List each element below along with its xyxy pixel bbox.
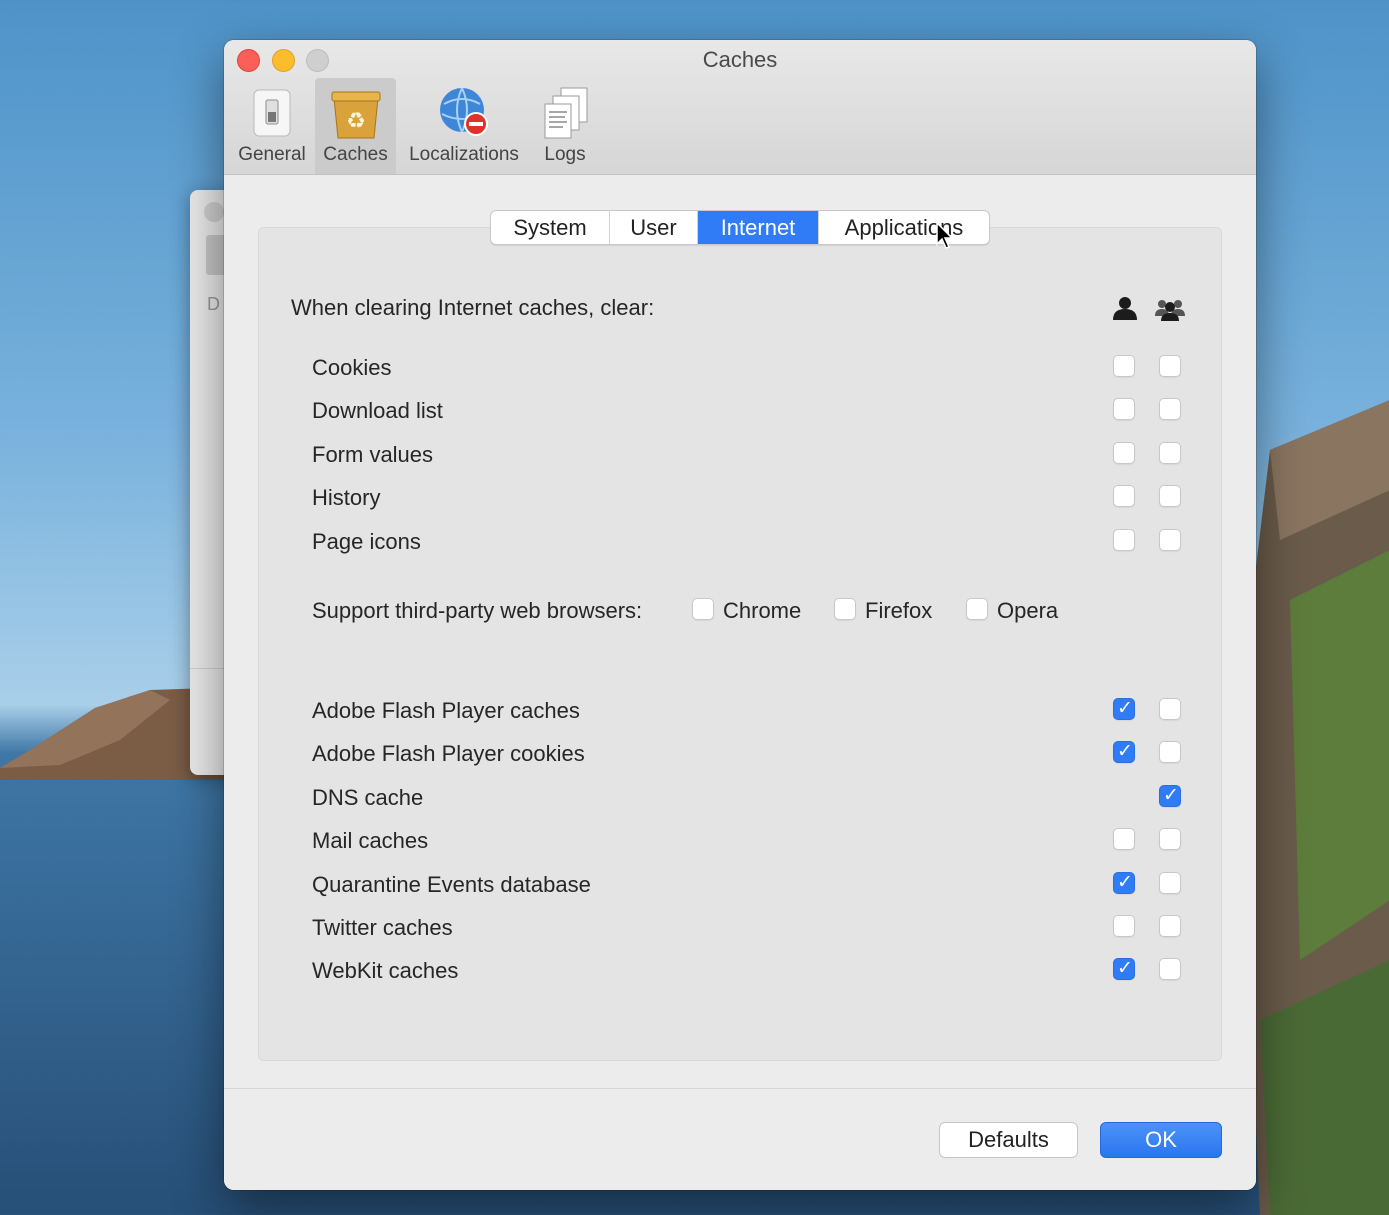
ok-button[interactable]: OK bbox=[1100, 1122, 1222, 1158]
all-users-checkbox-adobe-flash-player-cookies[interactable] bbox=[1159, 741, 1181, 764]
toolbar-item-localizations[interactable]: Localizations bbox=[402, 78, 526, 174]
background-window-icon bbox=[206, 235, 226, 275]
chrome-checkbox[interactable] bbox=[692, 598, 714, 620]
toolbar-label-caches: Caches bbox=[323, 144, 388, 165]
svg-text:♻: ♻ bbox=[346, 109, 366, 134]
user-checkbox-webkit-caches[interactable] bbox=[1113, 957, 1135, 981]
footer-divider bbox=[224, 1088, 1256, 1089]
user-checkbox-cookies[interactable] bbox=[1113, 355, 1135, 377]
all-users-checkbox-cookies[interactable] bbox=[1159, 355, 1181, 377]
window-title: Caches bbox=[702, 47, 778, 72]
content-area: System User Internet Applications When c… bbox=[224, 175, 1256, 1190]
chrome-label[interactable]: Chrome bbox=[723, 598, 801, 624]
tab-system[interactable]: System bbox=[491, 211, 610, 244]
background-window-label: D bbox=[207, 294, 220, 314]
toolbar-label-localizations: Localizations bbox=[409, 144, 519, 165]
all-users-checkbox-webkit-caches[interactable] bbox=[1159, 958, 1181, 981]
tab-applications[interactable]: Applications bbox=[819, 211, 989, 244]
single-user-icon bbox=[1113, 297, 1137, 320]
option-label-quarantine-events-database: Quarantine Events database bbox=[312, 871, 591, 897]
toolbar-item-caches[interactable]: ♻ Caches bbox=[315, 78, 396, 174]
toolbar-item-logs[interactable]: Logs bbox=[530, 78, 600, 174]
all-users-checkbox-quarantine-events-database[interactable] bbox=[1159, 871, 1181, 894]
background-window-button bbox=[204, 202, 224, 222]
user-checkbox-adobe-flash-player-cookies[interactable] bbox=[1113, 740, 1135, 764]
opera-checkbox[interactable] bbox=[966, 598, 988, 620]
option-label-webkit-caches: WebKit caches bbox=[312, 958, 459, 984]
option-label-dns-cache: DNS cache bbox=[312, 784, 424, 810]
option-label-twitter-caches: Twitter caches bbox=[312, 915, 453, 940]
option-label-mail-caches: Mail caches bbox=[312, 828, 429, 854]
option-label-download-list: Download list bbox=[312, 398, 443, 424]
general-switch-icon bbox=[253, 89, 291, 137]
globe-no-entry-icon bbox=[440, 87, 488, 136]
user-checkbox-twitter-caches[interactable] bbox=[1113, 915, 1135, 937]
user-checkbox-history[interactable] bbox=[1113, 485, 1135, 508]
recycle-box-icon: ♻ bbox=[331, 91, 380, 139]
section-heading: When clearing Internet caches, clear: bbox=[291, 295, 655, 320]
defaults-button[interactable]: Defaults bbox=[939, 1122, 1078, 1158]
all-users-checkbox-download-list[interactable] bbox=[1159, 398, 1181, 421]
option-label-cookies: Cookies bbox=[312, 355, 392, 380]
user-checkbox-mail-caches[interactable] bbox=[1113, 828, 1135, 851]
user-checkbox-form-values[interactable] bbox=[1113, 441, 1135, 464]
tab-internet[interactable]: Internet bbox=[698, 211, 819, 244]
user-checkbox-adobe-flash-player-caches[interactable] bbox=[1113, 697, 1135, 720]
user-checkbox-page-icons[interactable] bbox=[1113, 528, 1135, 551]
option-label-history: History bbox=[312, 485, 381, 511]
documents-icon bbox=[544, 87, 588, 139]
title-bar: Caches General ♻ Caches Localizations Lo… bbox=[224, 40, 1256, 175]
toolbar-label-logs: Logs bbox=[544, 144, 586, 165]
option-label-form-values: Form values bbox=[312, 441, 434, 467]
user-checkbox-download-list[interactable] bbox=[1113, 398, 1135, 421]
all-users-checkbox-form-values[interactable] bbox=[1159, 441, 1181, 464]
option-label-adobe-flash-player-cookies: Adobe Flash Player cookies bbox=[312, 741, 585, 767]
opera-label[interactable]: Opera bbox=[997, 598, 1058, 624]
mouse-pointer-icon bbox=[936, 222, 954, 249]
firefox-checkbox[interactable] bbox=[834, 598, 856, 620]
option-label-adobe-flash-player-caches: Adobe Flash Player caches bbox=[312, 698, 580, 723]
tab-bar: System User Internet Applications bbox=[490, 210, 990, 245]
all-users-checkbox-adobe-flash-player-caches[interactable] bbox=[1159, 698, 1181, 720]
all-users-checkbox-twitter-caches[interactable] bbox=[1159, 915, 1181, 937]
all-users-checkbox-mail-caches[interactable] bbox=[1159, 828, 1181, 851]
user-checkbox-quarantine-events-database[interactable] bbox=[1113, 871, 1135, 894]
toolbar-item-general[interactable]: General bbox=[232, 78, 312, 174]
all-users-checkbox-dns-cache[interactable] bbox=[1159, 784, 1181, 807]
caches-window: Caches General ♻ Caches Localizations Lo… bbox=[224, 40, 1256, 1190]
option-label-page-icons: Page icons bbox=[312, 528, 421, 554]
all-users-checkbox-page-icons[interactable] bbox=[1159, 528, 1181, 551]
all-users-icon bbox=[1155, 300, 1185, 321]
firefox-label[interactable]: Firefox bbox=[865, 598, 932, 624]
toolbar-label-general: General bbox=[238, 144, 306, 165]
all-users-checkbox-history[interactable] bbox=[1159, 485, 1181, 508]
tab-user[interactable]: User bbox=[610, 211, 698, 244]
browsers-label: Support third-party web browsers: bbox=[312, 598, 643, 623]
